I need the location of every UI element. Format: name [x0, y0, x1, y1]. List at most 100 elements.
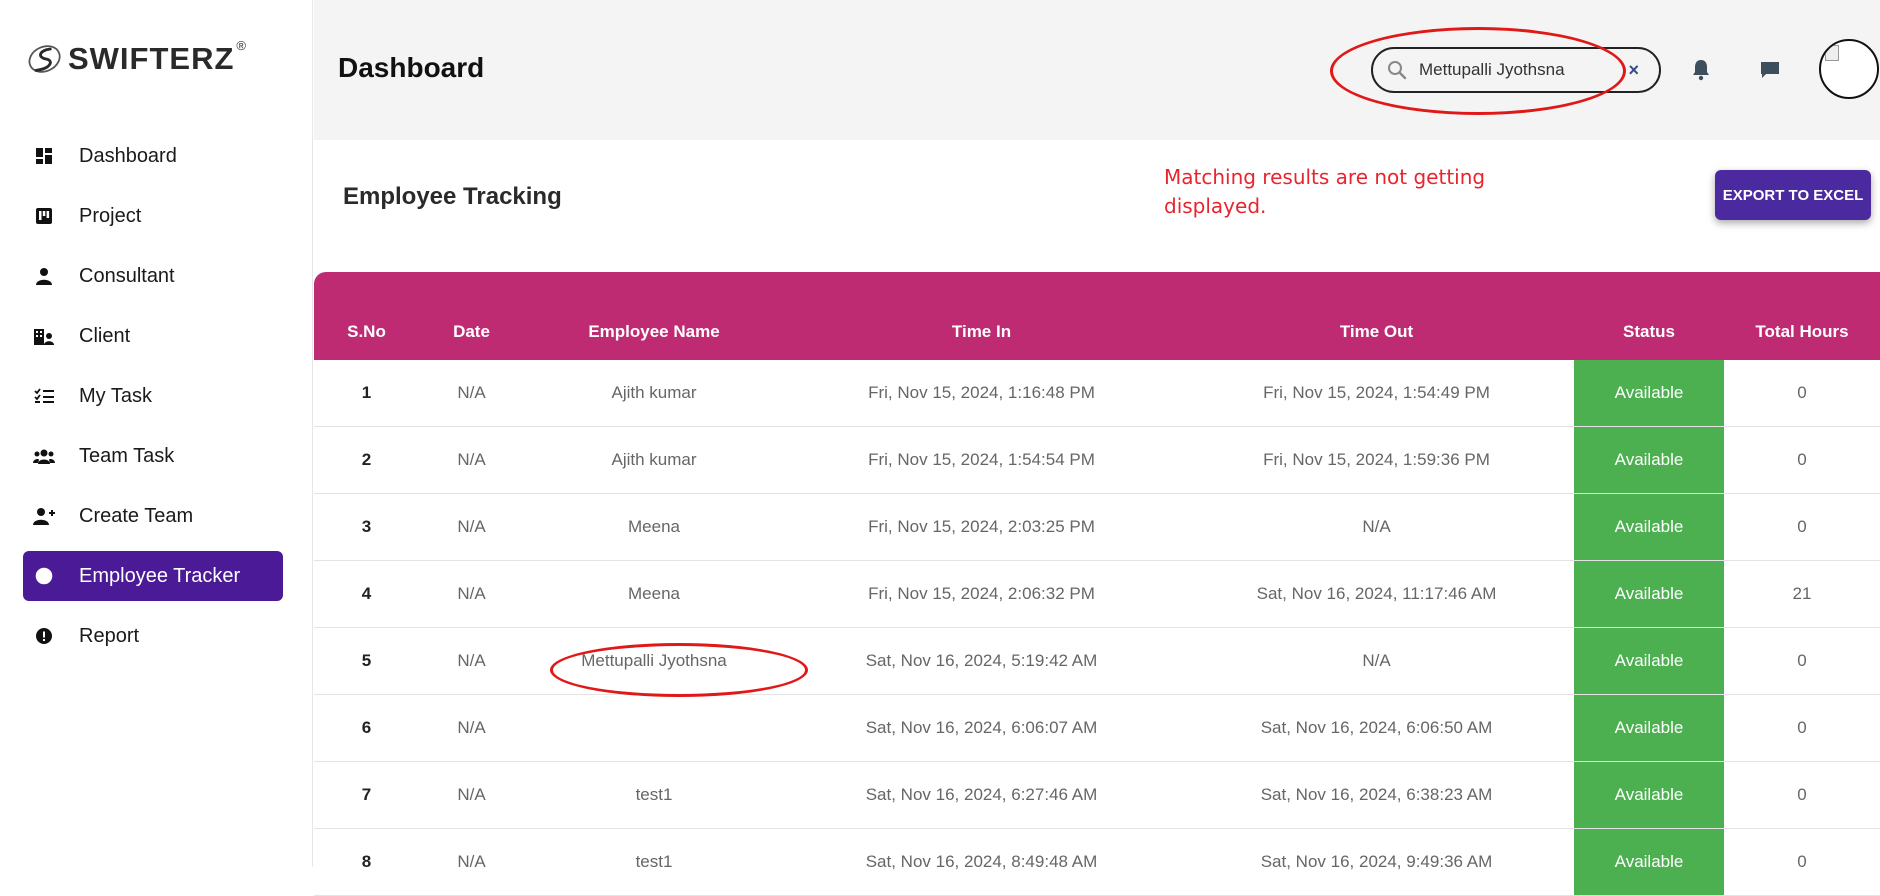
cell-time-in: Fri, Nov 15, 2024, 2:06:32 PM — [868, 584, 1095, 603]
employee-tracking-card: Employee Tracking Matching results are n… — [314, 140, 1880, 896]
sidebar-item-label: Report — [79, 624, 140, 647]
page-title: Dashboard — [338, 52, 485, 83]
column-header[interactable]: Total Hours — [1724, 322, 1880, 342]
sidebar-item-project[interactable]: Project — [23, 191, 283, 241]
sidebar-item-label: Dashboard — [79, 144, 177, 167]
sidebar-item-label: My Task — [79, 384, 152, 407]
cell-sno: 5 — [361, 651, 372, 670]
sidebar-nav: Dashboard Project Consultant Client My T… — [23, 131, 283, 671]
sidebar-item-create-team[interactable]: Create Team — [23, 491, 283, 541]
person-icon — [33, 265, 55, 287]
column-header[interactable]: Status — [1574, 322, 1724, 342]
cell-date: N/A — [457, 383, 486, 402]
sidebar-item-my-task[interactable]: My Task — [23, 371, 283, 421]
bell-icon[interactable] — [1689, 58, 1713, 82]
table-row[interactable]: 5 N/A Mettupalli Jyothsna Sat, Nov 16, 2… — [314, 628, 1880, 695]
column-header[interactable]: Time In — [784, 322, 1179, 342]
sidebar-item-client[interactable]: Client — [23, 311, 283, 361]
sidebar: SWIFTERZ ® Dashboard Project Consultant — [0, 0, 313, 867]
search-input[interactable] — [1419, 60, 1609, 80]
sidebar-item-dashboard[interactable]: Dashboard — [23, 131, 283, 181]
cell-time-out: Sat, Nov 16, 2024, 11:17:46 AM — [1256, 584, 1497, 603]
group-icon — [33, 445, 55, 467]
cell-employee-name: Ajith kumar — [611, 383, 697, 402]
cell-time-out: N/A — [1362, 517, 1391, 536]
column-header[interactable]: Time Out — [1179, 322, 1574, 342]
cell-employee-name — [524, 695, 784, 761]
sidebar-item-consultant[interactable]: Consultant — [23, 251, 283, 301]
brand-name: SWIFTERZ — [67, 41, 235, 76]
card-title: Employee Tracking — [343, 183, 562, 210]
broken-image-icon — [1825, 45, 1839, 61]
cell-sno: 6 — [361, 718, 372, 737]
search-box[interactable]: × — [1371, 47, 1661, 93]
cell-time-out: Fri, Nov 15, 2024, 1:54:49 PM — [1263, 383, 1490, 402]
tracker-icon — [33, 565, 55, 587]
checklist-icon — [33, 385, 55, 407]
swifterz-logo-icon — [28, 45, 61, 73]
table-row[interactable]: 3 N/A Meena Fri, Nov 15, 2024, 2:03:25 P… — [314, 494, 1880, 561]
cell-total-hours: 0 — [1797, 383, 1807, 402]
cell-employee-name: test1 — [635, 852, 673, 871]
sidebar-item-employee-tracker[interactable]: Employee Tracker — [23, 551, 283, 601]
cell-status-badge: Available — [1574, 695, 1724, 761]
chat-icon[interactable] — [1758, 58, 1782, 82]
cell-employee-name: Meena — [628, 584, 680, 603]
cell-sno: 8 — [361, 852, 372, 871]
annotation-note: Matching results are not getting display… — [1164, 165, 1486, 218]
client-building-icon — [33, 325, 55, 347]
table-row[interactable]: 8 N/A test1 Sat, Nov 16, 2024, 8:49:48 A… — [314, 829, 1880, 896]
table-row[interactable]: 4 N/A Meena Fri, Nov 15, 2024, 2:06:32 P… — [314, 561, 1880, 628]
sidebar-item-label: Consultant — [79, 264, 175, 287]
sidebar-item-report[interactable]: Report — [23, 611, 283, 661]
table-row[interactable]: 1 N/A Ajith kumar Fri, Nov 15, 2024, 1:1… — [314, 360, 1880, 427]
user-avatar[interactable] — [1819, 39, 1879, 99]
cell-sno: 4 — [361, 584, 372, 603]
cell-total-hours: 21 — [1792, 584, 1812, 603]
cell-total-hours: 0 — [1797, 785, 1807, 804]
cell-date: N/A — [457, 450, 486, 469]
cell-sno: 2 — [361, 450, 372, 469]
cell-employee-name: Meena — [628, 517, 680, 536]
dashboard-icon — [33, 145, 55, 167]
top-header: Dashboard × — [314, 0, 1880, 140]
cell-time-in: Fri, Nov 15, 2024, 1:16:48 PM — [868, 383, 1095, 402]
sidebar-item-label: Project — [79, 204, 142, 227]
cell-time-out: Sat, Nov 16, 2024, 6:06:50 AM — [1260, 718, 1493, 737]
cell-date: N/A — [457, 785, 486, 804]
cell-total-hours: 0 — [1797, 718, 1807, 737]
sidebar-item-label: Team Task — [79, 444, 175, 467]
cell-status-badge: Available — [1574, 628, 1724, 694]
cell-date: N/A — [457, 852, 486, 871]
table-row[interactable]: 7 N/A test1 Sat, Nov 16, 2024, 6:27:46 A… — [314, 762, 1880, 829]
cell-status-badge: Available — [1574, 561, 1724, 627]
sidebar-item-team-task[interactable]: Team Task — [23, 431, 283, 481]
sidebar-item-label: Create Team — [79, 504, 194, 527]
clear-search-icon[interactable]: × — [1628, 60, 1639, 81]
brand-logo[interactable]: SWIFTERZ ® — [26, 34, 246, 84]
sidebar-item-label: Employee Tracker — [79, 564, 241, 587]
table-row[interactable]: 2 N/A Ajith kumar Fri, Nov 15, 2024, 1:5… — [314, 427, 1880, 494]
table-row[interactable]: 6 N/A Sat, Nov 16, 2024, 6:06:07 AM Sat,… — [314, 695, 1880, 762]
cell-employee-name: Mettupalli Jyothsna — [581, 651, 727, 670]
cell-time-in: Sat, Nov 16, 2024, 8:49:48 AM — [865, 852, 1098, 871]
project-icon — [33, 205, 55, 227]
export-to-excel-button[interactable]: EXPORT TO EXCEL — [1715, 170, 1871, 220]
alert-circle-icon — [33, 625, 55, 647]
cell-status-badge: Available — [1574, 360, 1724, 426]
cell-status-badge: Available — [1574, 829, 1724, 895]
column-header[interactable]: Employee Name — [524, 322, 784, 342]
cell-employee-name: test1 — [635, 785, 673, 804]
cell-date: N/A — [457, 584, 486, 603]
cell-date: N/A — [457, 651, 486, 670]
cell-status-badge: Available — [1574, 762, 1724, 828]
cell-employee-name: Ajith kumar — [611, 450, 697, 469]
employee-table: S.No Date Employee Name Time In Time Out… — [314, 272, 1880, 896]
cell-time-out: Sat, Nov 16, 2024, 6:38:23 AM — [1260, 785, 1493, 804]
cell-sno: 1 — [361, 383, 372, 402]
column-header[interactable]: S.No — [314, 322, 419, 342]
cell-status-badge: Available — [1574, 427, 1724, 493]
cell-time-out: Sat, Nov 16, 2024, 9:49:36 AM — [1260, 852, 1493, 871]
cell-time-in: Sat, Nov 16, 2024, 5:19:42 AM — [865, 651, 1098, 670]
column-header[interactable]: Date — [419, 322, 524, 342]
